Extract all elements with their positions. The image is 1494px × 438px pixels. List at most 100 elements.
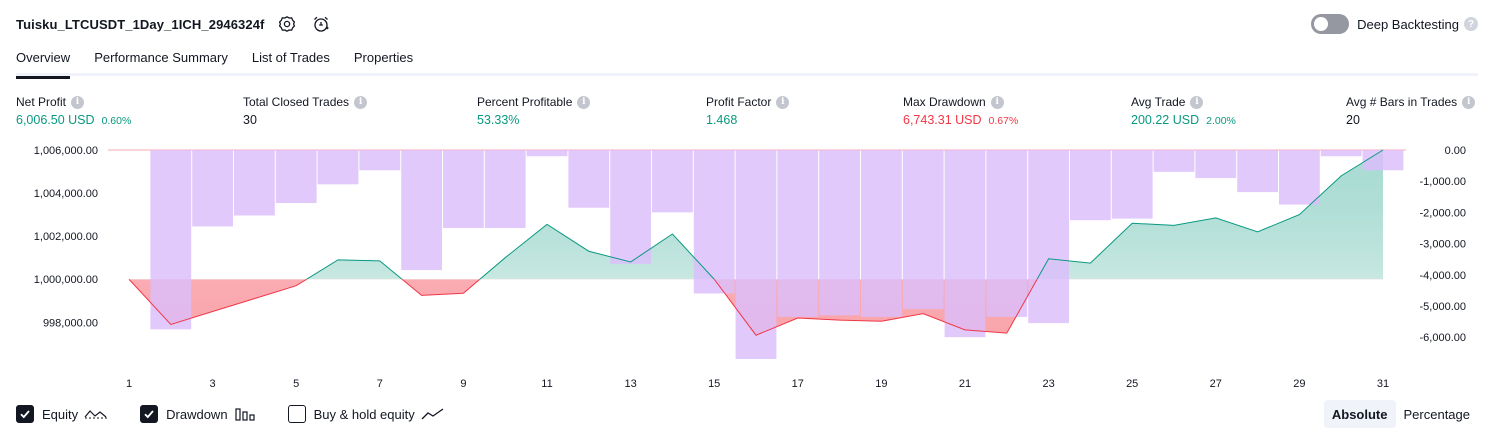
- metric-percent: 0.67%: [988, 115, 1019, 127]
- metric-label: Avg # Bars in Trades: [1346, 95, 1458, 109]
- buy-hold-line-icon: [421, 407, 445, 421]
- x-axis-tick-label: 5: [293, 378, 299, 390]
- drawdown-bar: [902, 150, 944, 310]
- x-axis-tick-label: 11: [541, 378, 552, 390]
- drawdown-bar: [610, 150, 651, 264]
- drawdown-bar: [1111, 150, 1153, 219]
- metric-profit-factor: Profit Factor i 1.468: [706, 94, 790, 129]
- drawdown-bar: [861, 150, 902, 317]
- x-axis-tick-label: 19: [875, 378, 887, 390]
- drawdown-bar: [1320, 150, 1362, 157]
- right-axis-tick-label: -4,000.00: [1420, 270, 1466, 282]
- drawdown-bar: [234, 150, 275, 216]
- strategy-header: Tuisku_LTCUSDT_1Day_1ICH_2946324f: [16, 12, 332, 36]
- tab-overview[interactable]: Overview: [16, 46, 71, 79]
- drawdown-bar: [986, 150, 1028, 317]
- legend-buy-hold-equity[interactable]: Buy & hold equity: [287, 405, 445, 423]
- toggle-knob: [1314, 17, 1329, 31]
- drawdown-bar: [275, 150, 317, 204]
- info-icon[interactable]: i: [776, 95, 790, 109]
- info-icon[interactable]: i: [71, 95, 85, 109]
- metric-value: 1.468: [706, 113, 738, 127]
- legend-equity[interactable]: Equity: [16, 405, 108, 423]
- x-axis-tick-label: 7: [377, 378, 383, 390]
- drawdown-bar: [819, 150, 860, 316]
- metric-label: Percent Profitable: [477, 95, 573, 109]
- metric-label: Net Profit: [16, 95, 67, 109]
- tab-list-of-trades[interactable]: List of Trades: [252, 46, 330, 76]
- drawdown-bar: [484, 150, 526, 228]
- info-icon[interactable]: i: [354, 95, 368, 109]
- info-icon[interactable]: i: [1190, 95, 1204, 109]
- equity-drawdown-chart[interactable]: 1,006,000.00 1,004,000.00 1,002,000.00 1,00…: [0, 140, 1494, 396]
- settings-icon[interactable]: [276, 13, 298, 35]
- drawdown-bar: [150, 150, 192, 330]
- metric-net-profit: Net Profit i 6,006.50 USD 0.60%: [16, 94, 131, 129]
- x-axis-tick-label: 3: [210, 378, 216, 390]
- help-icon[interactable]: ?: [1464, 17, 1478, 31]
- drawdown-bar: [317, 150, 359, 185]
- info-icon[interactable]: i: [1462, 95, 1476, 109]
- drawdown-bar: [526, 150, 568, 157]
- drawdown-bar: [1028, 150, 1069, 324]
- drawdown-bar: [1279, 150, 1320, 205]
- buy-hold-checkbox[interactable]: [287, 405, 306, 423]
- x-axis-tick-label: 17: [792, 378, 804, 390]
- metric-value: 200.22 USD: [1131, 113, 1200, 127]
- tab-bar: Overview Performance Summary List of Tra…: [16, 46, 1478, 79]
- x-axis-tick-label: 23: [1042, 378, 1054, 390]
- legend-equity-label: Equity: [42, 406, 79, 422]
- info-icon[interactable]: i: [990, 95, 1004, 109]
- drawdown-bar: [359, 150, 401, 171]
- info-icon[interactable]: i: [577, 95, 591, 109]
- tab-properties[interactable]: Properties: [354, 46, 413, 76]
- x-axis-tick-label: 25: [1126, 378, 1138, 390]
- x-axis-tick-label: 15: [708, 378, 720, 390]
- x-axis-tick-label: 9: [460, 378, 466, 390]
- equity-checkbox[interactable]: [16, 405, 34, 423]
- right-axis-tick-label: -2,000.00: [1420, 207, 1466, 219]
- drawdown-checkbox[interactable]: [140, 405, 159, 423]
- drawdown-bar: [1070, 150, 1111, 221]
- metric-value: 20: [1346, 113, 1360, 127]
- left-axis-tick-label: 1,000,000.00: [34, 274, 98, 286]
- right-axis-tick-label: -6,000.00: [1420, 332, 1466, 344]
- right-axis-tick-label: -1,000.00: [1420, 176, 1466, 188]
- percentage-button[interactable]: Percentage: [1396, 400, 1479, 428]
- metric-label: Total Closed Trades: [243, 95, 350, 109]
- metric-percent-profitable: Percent Profitable i 53.33%: [477, 94, 591, 129]
- right-axis-tick-label: 0.00: [1445, 145, 1466, 157]
- right-axis-tick-label: -3,000.00: [1420, 239, 1466, 251]
- metric-value: 30: [243, 113, 257, 127]
- legend-drawdown[interactable]: Drawdown: [140, 405, 255, 423]
- x-axis-tick-label: 27: [1210, 378, 1222, 390]
- drawdown-bars-icon: [234, 407, 256, 421]
- drawdown-bar: [735, 150, 777, 359]
- deep-backtesting-label: Deep Backtesting: [1357, 16, 1459, 32]
- metric-max-drawdown: Max Drawdown i 6,743.31 USD 0.67%: [903, 94, 1018, 129]
- drawdown-bar: [1362, 150, 1404, 171]
- metric-percent: 0.60%: [101, 115, 132, 127]
- drawdown-bar: [944, 150, 986, 338]
- drawdown-bar: [1195, 150, 1237, 179]
- absolute-button[interactable]: Absolute: [1323, 400, 1396, 428]
- tab-performance-summary[interactable]: Performance Summary: [94, 46, 228, 76]
- chart-legend: Equity Drawdown Buy & hold equity: [16, 403, 477, 425]
- x-axis-tick-label: 13: [624, 378, 636, 390]
- metric-avg-bars-in-trades: Avg # Bars in Trades i 20: [1346, 94, 1476, 129]
- drawdown-bar: [443, 150, 484, 228]
- metric-label: Profit Factor: [706, 95, 772, 109]
- left-axis-tick-label: 1,006,000.00: [34, 145, 98, 157]
- metric-label: Avg Trade: [1131, 95, 1186, 109]
- metric-value: 53.33%: [477, 113, 520, 127]
- deep-backtesting-toggle[interactable]: [1311, 14, 1350, 34]
- add-alert-icon[interactable]: [310, 13, 332, 35]
- left-axis-tick-label: 998,000.00: [43, 317, 98, 329]
- equity-line-icon: [84, 407, 108, 421]
- x-axis-tick-label: 1: [126, 378, 132, 390]
- metric-avg-trade: Avg Trade i 200.22 USD 2.00%: [1131, 94, 1236, 129]
- left-axis-tick-label: 1,004,000.00: [34, 188, 98, 200]
- drawdown-bar: [192, 150, 233, 227]
- legend-drawdown-label: Drawdown: [166, 406, 228, 422]
- x-axis-tick-label: 29: [1293, 378, 1305, 390]
